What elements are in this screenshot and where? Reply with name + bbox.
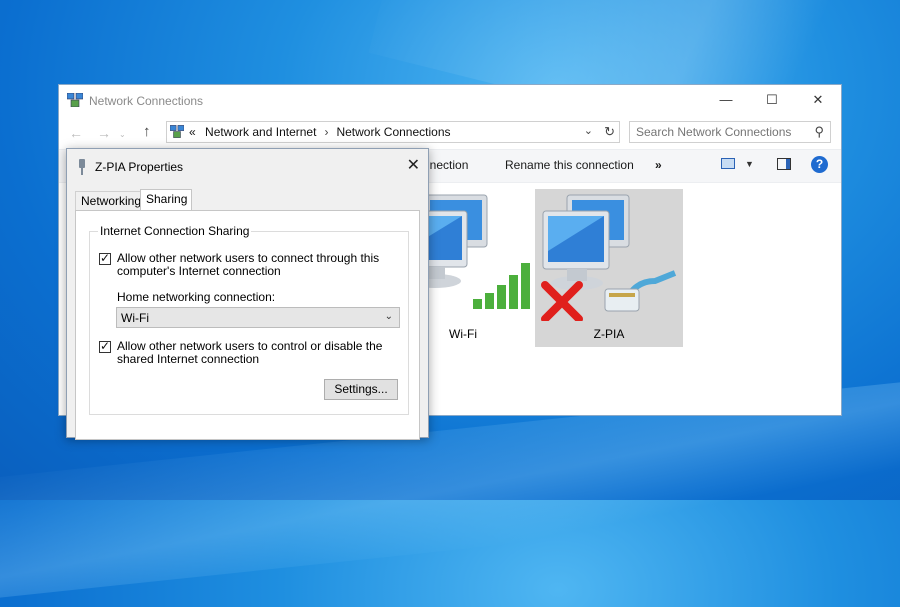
minimize-button[interactable]: — [703, 85, 749, 115]
change-view-icon[interactable] [721, 158, 735, 169]
settings-button[interactable]: Settings... [324, 379, 398, 400]
address-bar[interactable]: « Network and Internet › Network Connectio… [166, 121, 620, 143]
group-title: Internet Connection Sharing [98, 224, 252, 238]
back-arrow-icon[interactable]: ← [69, 125, 83, 141]
address-row: ← → ⌄ ↑ « Network and Internet › Network C… [59, 117, 841, 149]
tab-sharing[interactable]: Sharing [140, 189, 192, 210]
chevron-down-icon: ⌄ [384, 311, 393, 322]
allow-control-label-line2: shared Internet connection [117, 352, 260, 366]
home-networking-value: Wi-Fi [121, 311, 149, 325]
breadcrumb: « Network and Internet › Network Connectio… [189, 125, 451, 139]
title-bar: Network Connections — ☐ ✕ [59, 85, 841, 117]
internet-connection-sharing-group: Internet Connection Sharing Allow other … [89, 224, 409, 415]
recent-locations-chevron-icon[interactable]: ⌄ [119, 130, 126, 139]
refresh-icon[interactable]: ↻ [604, 124, 615, 140]
search-icon[interactable]: ⚲ [814, 124, 824, 140]
connection-command-button[interactable]: nnection [423, 158, 468, 172]
address-dropdown-icon[interactable]: ⌄ [584, 124, 593, 137]
z-pia-adapter-icon [541, 194, 677, 323]
network-adapter-icon [79, 159, 85, 175]
search-input[interactable] [636, 123, 806, 141]
view-options-dropdown-icon[interactable]: ▼ [745, 159, 754, 169]
forward-arrow-icon[interactable]: → [97, 125, 111, 141]
breadcrumb-overflow[interactable]: « [189, 125, 196, 139]
maximize-button[interactable]: ☐ [749, 85, 795, 115]
tab-networking[interactable]: Networking [75, 191, 141, 210]
more-commands-button[interactable]: » [655, 158, 662, 172]
home-networking-label: Home networking connection: [117, 290, 276, 304]
allow-connect-checkbox[interactable] [99, 251, 111, 265]
breadcrumb-network-and-internet[interactable]: Network and Internet [205, 125, 316, 139]
home-networking-select[interactable]: Wi-Fi ⌄ [116, 307, 400, 328]
search-box[interactable]: ⚲ [629, 121, 831, 143]
rename-connection-button[interactable]: Rename this connection [505, 158, 634, 172]
breadcrumb-network-connections[interactable]: Network Connections [336, 125, 450, 139]
close-button[interactable]: ✕ [795, 85, 841, 115]
adapter-name: Z-PIA [593, 327, 625, 341]
dialog-title: Z-PIA Properties [95, 160, 184, 174]
dialog-close-icon[interactable]: ✕ [407, 155, 420, 175]
allow-connect-label-line2: computer's Internet connection [117, 264, 281, 278]
window-title: Network Connections [89, 94, 204, 108]
adapter-z-pia[interactable]: Z-PIA [535, 189, 683, 347]
up-arrow-icon[interactable]: ↑ [143, 123, 151, 140]
allow-control-checkbox[interactable] [99, 339, 111, 353]
allow-connect-label[interactable]: Allow other network users to connect thr… [117, 252, 387, 278]
preview-pane-icon[interactable] [777, 158, 791, 170]
z-pia-properties-dialog: Z-PIA Properties ✕ Networking Sharing In… [66, 148, 429, 440]
control-panel-icon [170, 125, 184, 138]
allow-control-label[interactable]: Allow other network users to control or … [117, 340, 387, 366]
network-connections-icon [67, 93, 83, 107]
breadcrumb-separator-icon: › [324, 125, 329, 139]
sharing-tab-panel: Internet Connection Sharing Allow other … [75, 210, 420, 440]
help-icon[interactable]: ? [811, 156, 828, 173]
